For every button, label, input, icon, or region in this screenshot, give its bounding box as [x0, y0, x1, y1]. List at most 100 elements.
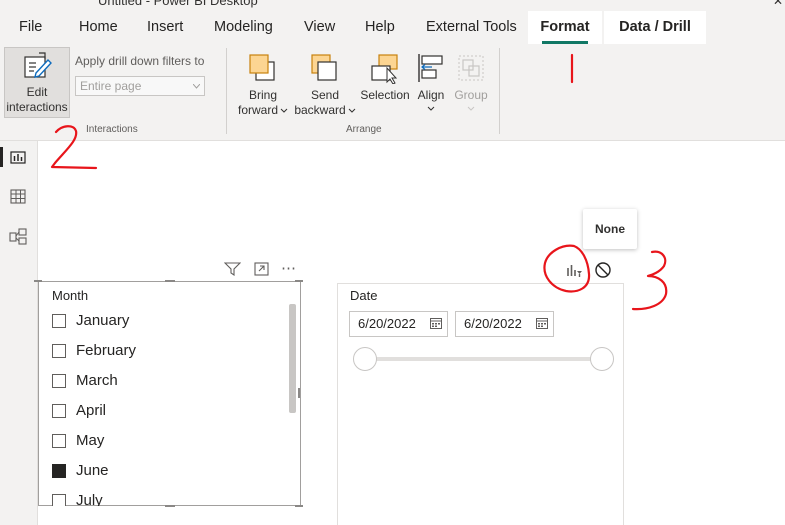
bring-forward-label-1: Bring: [248, 88, 277, 102]
list-item[interactable]: January: [39, 312, 284, 332]
chevron-down-icon: [348, 108, 356, 113]
list-item[interactable]: July: [39, 492, 284, 506]
list-item[interactable]: May: [39, 432, 284, 452]
no-impact-icon[interactable]: [594, 261, 612, 279]
tab-help[interactable]: Help: [365, 11, 395, 44]
title-bar: Untitled - Power BI Desktop ✕: [0, 0, 785, 11]
list-item-label: July: [76, 492, 103, 506]
ribbon: Edit interactions Apply drill down filte…: [0, 44, 785, 141]
filter-interaction-icon[interactable]: [566, 263, 583, 278]
align-button[interactable]: Align: [413, 50, 449, 120]
end-date-handle[interactable]: [590, 347, 614, 371]
month-slicer[interactable]: Month January February March April May June Ju…: [38, 281, 301, 506]
send-backward-icon: [311, 54, 337, 81]
tooltip-text: None: [595, 222, 625, 236]
checkbox[interactable]: [52, 434, 66, 448]
selection-button[interactable]: Selection: [358, 50, 412, 120]
close-icon[interactable]: ✕: [773, 0, 783, 8]
view-navigation: [0, 141, 38, 525]
apply-drill-value: Entire page: [80, 79, 142, 93]
ribbon-separator: [499, 48, 500, 134]
ribbon-separator: [226, 48, 227, 134]
tab-insert[interactable]: Insert: [147, 11, 183, 44]
focus-mode-icon[interactable]: [254, 262, 269, 276]
list-item-label: April: [76, 402, 107, 419]
list-item[interactable]: March: [39, 372, 284, 392]
date-range-track: [366, 357, 602, 361]
checkbox[interactable]: [52, 314, 66, 328]
group-label-interactions: Interactions: [86, 124, 138, 135]
start-date-value: 6/20/2022: [358, 316, 416, 331]
active-view-indicator: [0, 147, 3, 167]
tab-data-drill[interactable]: Data / Drill: [604, 11, 706, 44]
edit-interactions-label-2: interactions: [6, 100, 68, 114]
checkbox[interactable]: [52, 374, 66, 388]
tooltip: None: [583, 209, 637, 249]
tab-home[interactable]: Home: [79, 11, 118, 44]
edit-interactions-icon: [24, 52, 52, 78]
bring-forward-icon: [249, 54, 275, 81]
resize-handle[interactable]: [34, 280, 42, 282]
tab-view[interactable]: View: [304, 11, 335, 44]
tab-modeling[interactable]: Modeling: [214, 11, 273, 44]
chevron-down-icon: [427, 106, 435, 111]
month-slicer-title: Month: [52, 288, 89, 303]
list-item-label: June: [76, 462, 109, 479]
resize-handle[interactable]: [165, 280, 175, 282]
tab-file[interactable]: File: [19, 11, 42, 44]
resize-handle[interactable]: [165, 505, 175, 507]
chevron-down-icon: [193, 84, 200, 89]
send-backward-label-1: Send: [310, 88, 340, 102]
group-label-arrange: Arrange: [346, 124, 382, 135]
date-slicer-title: Date: [350, 288, 378, 303]
checkbox[interactable]: [52, 404, 66, 418]
list-item-label: March: [76, 372, 118, 389]
tab-external-tools[interactable]: External Tools: [426, 11, 517, 44]
list-item-label: February: [76, 342, 137, 359]
chevron-down-icon: [467, 106, 475, 111]
more-options-icon[interactable]: ⋯: [281, 259, 297, 277]
tab-format-label: Format: [540, 19, 590, 35]
model-view-icon[interactable]: [9, 228, 27, 246]
list-item-label: January: [76, 312, 130, 329]
apply-drill-label: Apply drill down filters to: [75, 54, 205, 68]
selection-pane-icon: [371, 54, 398, 84]
send-backward-label-2: backward: [294, 103, 346, 117]
chevron-down-icon: [280, 108, 288, 113]
calendar-icon[interactable]: [536, 317, 548, 329]
resize-handle[interactable]: [295, 505, 303, 507]
date-slicer[interactable]: Date 6/20/2022 6/20/2022: [337, 283, 624, 525]
checkbox[interactable]: [52, 344, 66, 358]
slicer-scrollbar[interactable]: [289, 304, 296, 413]
send-backward-button[interactable]: Send backward: [294, 50, 356, 120]
annotation-number-3: [631, 250, 668, 311]
resize-handle[interactable]: [298, 388, 300, 398]
group-icon: [458, 55, 484, 81]
edit-interactions-label-1: Edit: [26, 85, 48, 99]
group-button[interactable]: Group: [451, 50, 491, 120]
bring-forward-label-2: forward: [237, 103, 278, 117]
calendar-icon[interactable]: [430, 317, 442, 329]
window-title: Untitled - Power BI Desktop: [98, 0, 258, 8]
list-item[interactable]: February: [39, 342, 284, 362]
list-item[interactable]: June: [39, 462, 284, 482]
align-label: Align: [417, 88, 445, 102]
checkbox[interactable]: [52, 494, 66, 506]
resize-handle[interactable]: [295, 280, 303, 282]
tab-format[interactable]: Format: [528, 11, 602, 44]
selection-label: Selection: [360, 88, 410, 102]
bring-forward-button[interactable]: Bring forward: [234, 50, 292, 120]
group-label: Group: [454, 88, 488, 102]
checkbox[interactable]: [52, 464, 66, 478]
data-view-icon[interactable]: [10, 189, 26, 204]
ribbon-tab-bar: File Home Insert Modeling View Help Exte…: [0, 11, 785, 44]
list-item[interactable]: April: [39, 402, 284, 422]
end-date-value: 6/20/2022: [464, 316, 522, 331]
edit-interactions-button[interactable]: Edit interactions: [4, 47, 70, 118]
apply-drill-dropdown[interactable]: Entire page: [75, 76, 205, 96]
list-item-label: May: [76, 432, 105, 449]
filter-icon[interactable]: [224, 262, 241, 276]
start-date-handle[interactable]: [353, 347, 377, 371]
report-view-icon[interactable]: [10, 149, 26, 165]
align-icon: [418, 54, 443, 82]
